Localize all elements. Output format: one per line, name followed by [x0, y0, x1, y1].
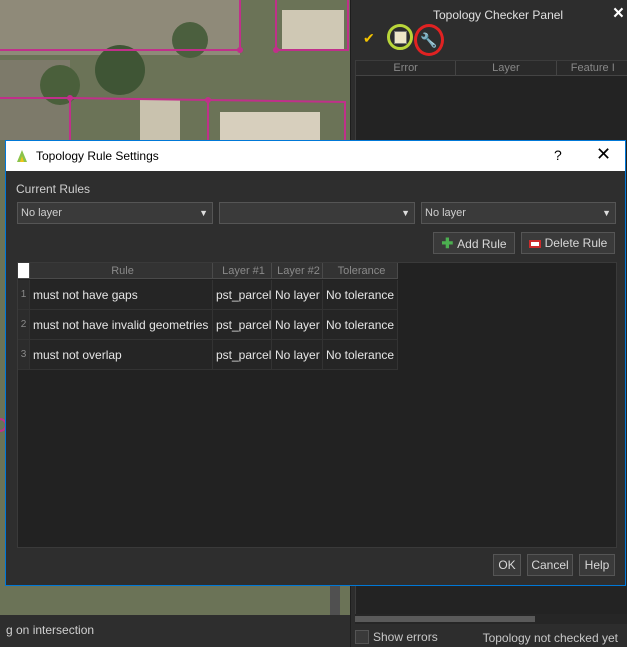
column-header-layer1[interactable]: Layer #1	[213, 263, 272, 279]
column-header-rule[interactable]: Rule	[30, 263, 213, 279]
layer1-cell[interactable]: pst_parcel	[213, 280, 272, 310]
validate-icon	[393, 30, 407, 44]
column-header-error[interactable]: Error	[356, 61, 457, 75]
rule-cell[interactable]: must not have invalid geometries	[30, 310, 213, 340]
qgis-icon	[17, 150, 27, 162]
dialog-titlebar[interactable]: Topology Rule Settings ? ✕	[6, 141, 625, 171]
column-header-layer2[interactable]: Layer #2	[272, 263, 323, 279]
layer2-cell[interactable]: No layer	[272, 280, 323, 310]
panel-close-icon[interactable]: ×	[613, 3, 624, 25]
error-table-header: Error Layer Feature I	[356, 61, 627, 76]
dialog-title: Topology Rule Settings	[36, 149, 159, 163]
chevron-down-icon: ▼	[401, 208, 410, 218]
tolerance-cell[interactable]: No tolerance	[323, 340, 398, 370]
table-row[interactable]: 1 must not have gaps pst_parcel No layer…	[18, 280, 398, 310]
layer2-cell[interactable]: No layer	[272, 310, 323, 340]
layer1-cell[interactable]: pst_parcel	[213, 310, 272, 340]
rule-cell[interactable]: must not overlap	[30, 340, 213, 370]
layer2-combo-value: No layer	[425, 207, 466, 219]
add-rule-button[interactable]: ✚ Add Rule	[433, 232, 515, 254]
row-number[interactable]: 3	[18, 340, 30, 370]
tolerance-cell[interactable]: No tolerance	[323, 280, 398, 310]
rule-combo[interactable]: ▼	[219, 202, 415, 224]
layer1-cell[interactable]: pst_parcel	[213, 340, 272, 370]
status-bar: g on intersection	[0, 615, 350, 647]
ok-button[interactable]: OK	[493, 554, 521, 576]
cancel-button[interactable]: Cancel	[527, 554, 573, 576]
delete-rule-label: Delete Rule	[544, 236, 608, 250]
column-header-tolerance[interactable]: Tolerance	[323, 263, 398, 279]
validate-all-button[interactable]	[387, 24, 413, 50]
panel-title: Topology Checker Panel	[433, 8, 564, 22]
rules-table[interactable]: Rule Layer #1 Layer #2 Tolerance 1 must …	[17, 262, 617, 548]
row-number[interactable]: 1	[18, 280, 30, 310]
help-button[interactable]: Help	[579, 554, 615, 576]
rule-cell[interactable]: must not have gaps	[30, 280, 213, 310]
layer1-combo[interactable]: No layer ▼	[17, 202, 213, 224]
plus-icon: ✚	[441, 235, 454, 251]
rules-table-header: Rule Layer #1 Layer #2 Tolerance	[18, 263, 398, 279]
delete-rule-button[interactable]: Delete Rule	[521, 232, 615, 254]
table-row[interactable]: 2 must not have invalid geometries pst_p…	[18, 310, 398, 340]
layer2-combo[interactable]: No layer ▼	[421, 202, 616, 224]
select-all-corner[interactable]	[18, 263, 30, 279]
help-icon[interactable]: ?	[554, 147, 562, 163]
wrench-icon: 🔧	[420, 31, 438, 48]
show-errors-checkbox[interactable]: Show errors	[355, 630, 438, 644]
add-rule-label: Add Rule	[457, 237, 507, 251]
close-icon[interactable]: ✕	[596, 144, 611, 165]
check-icon[interactable]: ✔	[363, 30, 375, 47]
status-message: g on intersection	[6, 623, 95, 637]
chevron-down-icon: ▼	[602, 208, 611, 218]
minus-icon	[528, 239, 541, 248]
table-row[interactable]: 3 must not overlap pst_parcel No layer N…	[18, 340, 398, 370]
column-header-layer[interactable]: Layer	[456, 61, 557, 75]
horizontal-scrollbar[interactable]	[355, 614, 627, 624]
tolerance-cell[interactable]: No tolerance	[323, 310, 398, 340]
show-errors-label: Show errors	[373, 630, 438, 644]
layer2-cell[interactable]: No layer	[272, 340, 323, 370]
chevron-down-icon: ▼	[199, 208, 208, 218]
topology-status-text: Topology not checked yet	[482, 631, 618, 645]
topology-rule-settings-dialog: Topology Rule Settings ? ✕ Current Rules…	[5, 140, 626, 586]
row-number[interactable]: 2	[18, 310, 30, 340]
current-rules-label: Current Rules	[16, 182, 91, 196]
column-header-feature[interactable]: Feature I	[557, 61, 627, 75]
layer1-combo-value: No layer	[21, 207, 62, 219]
configure-rules-button[interactable]: 🔧	[414, 24, 444, 56]
scrollbar-thumb[interactable]	[355, 616, 535, 622]
checkbox-box[interactable]	[355, 630, 369, 644]
map-scrollbar[interactable]	[330, 585, 340, 615]
